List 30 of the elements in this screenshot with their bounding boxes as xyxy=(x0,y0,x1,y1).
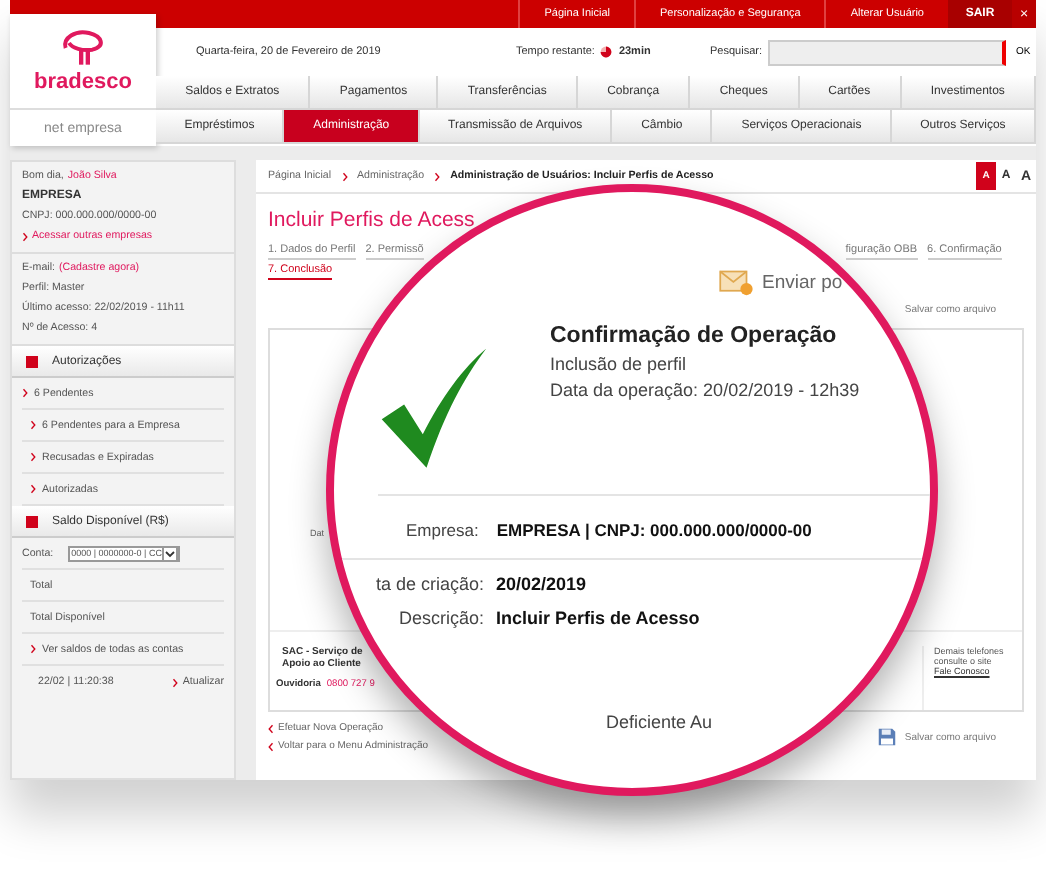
company-label: Empresa: xyxy=(406,520,479,540)
logo-text: bradesco xyxy=(34,70,132,94)
envelope-icon xyxy=(718,268,754,296)
chevron-icon xyxy=(22,388,28,398)
operation-type: Inclusão de perfil xyxy=(550,354,689,374)
square-icon xyxy=(26,515,38,527)
send-by-email-link[interactable]: Enviar po xyxy=(762,271,843,293)
chevron-icon xyxy=(30,484,36,494)
chevron-icon xyxy=(30,644,36,654)
field-value: 20/02/2019 xyxy=(496,574,587,594)
search-field[interactable] xyxy=(768,39,1006,65)
dropdown-caret-icon xyxy=(161,545,178,561)
operation-date: Data da operação: 20/02/2019 - 12h39 xyxy=(550,380,860,400)
chevron-icon xyxy=(30,452,36,462)
field-label: Descrição: xyxy=(396,608,484,628)
accessibility-text: Deficiente Au xyxy=(606,712,713,732)
chevron-icon xyxy=(434,171,441,181)
square-icon xyxy=(26,355,38,367)
company-value: EMPRESA | CNPJ: 000.000.000/0000-00 xyxy=(496,520,812,540)
confirmation-title: Confirmação de Operação xyxy=(550,324,839,348)
checkmark-icon xyxy=(378,348,490,472)
field-label: ta de criação: xyxy=(373,574,484,594)
field-value: Incluir Perfis de Acesso xyxy=(496,608,700,628)
chevron-icon xyxy=(22,231,28,241)
chevron-icon xyxy=(30,420,36,430)
timer-icon xyxy=(600,46,613,58)
chevron-icon xyxy=(172,677,179,687)
page-title: Incluir Perfis de Acess xyxy=(268,208,477,232)
chevron-icon xyxy=(341,171,348,181)
logo-icon xyxy=(57,28,109,68)
